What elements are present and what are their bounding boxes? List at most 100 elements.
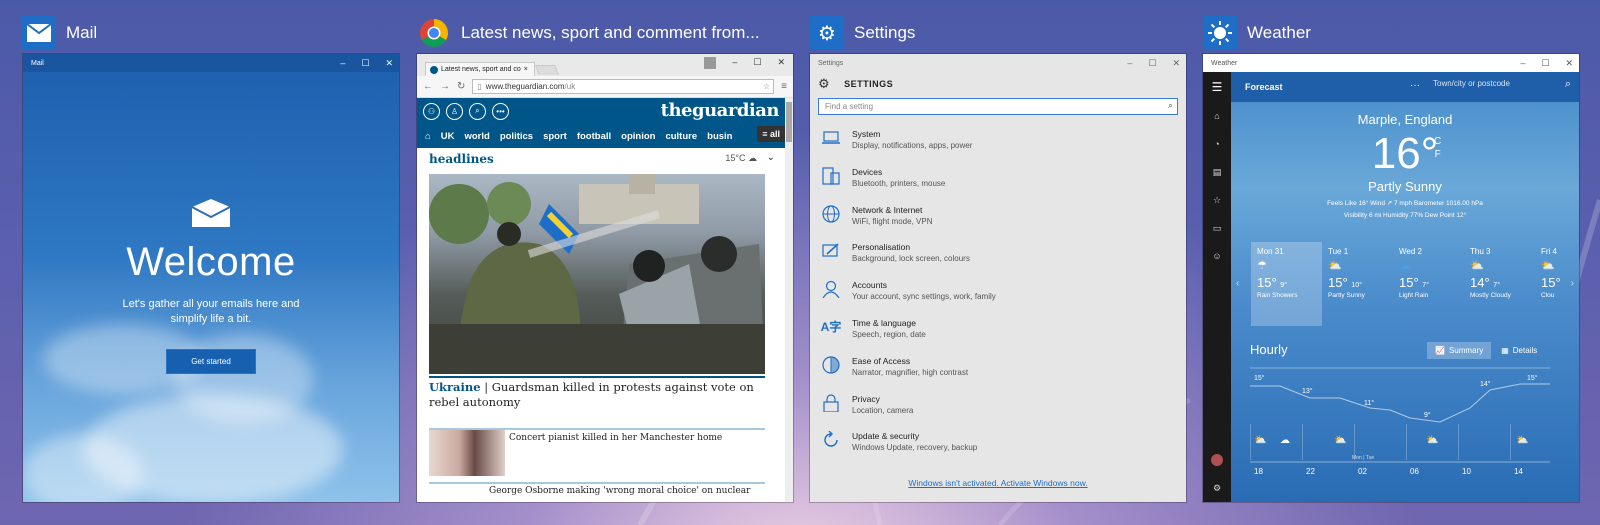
item-name: Update & security xyxy=(852,431,920,442)
minimize-icon[interactable]: – xyxy=(1520,58,1525,68)
temperature-line xyxy=(1250,383,1550,423)
search-icon[interactable]: ⌕ xyxy=(1565,78,1571,91)
day-condition: Clou xyxy=(1541,292,1555,299)
chevron-down-icon[interactable]: ⌄ xyxy=(767,152,775,163)
language-icon: A字 xyxy=(820,320,842,335)
settings-item-time-language[interactable]: A字 Time & language Speech, region, date xyxy=(810,316,1186,354)
settings-item-accounts[interactable]: Accounts Your account, sync settings, wor… xyxy=(810,278,1186,316)
forecast-day[interactable]: Tue 1 ⛅ 15° 10° Partly Sunny xyxy=(1322,242,1393,326)
settings-item-ease-of-access[interactable]: Ease of Access Narrator, magnifier, high … xyxy=(810,354,1186,392)
fahrenheit-toggle[interactable]: F xyxy=(1434,148,1441,161)
hour-temp-label: 9° xyxy=(1424,411,1431,419)
more-icon[interactable]: ••• xyxy=(492,102,509,120)
menu-icon[interactable]: ≡ xyxy=(781,81,787,92)
nav-uk[interactable]: UK xyxy=(441,131,455,142)
minimize-icon[interactable]: – xyxy=(1127,58,1132,68)
scrollbar-thumb[interactable] xyxy=(786,102,792,142)
settings-item-privacy[interactable]: Privacy Location, camera xyxy=(810,392,1186,430)
favorites-icon[interactable]: ☆ xyxy=(1203,186,1231,214)
weather-window-thumbnail[interactable]: Weather – ☐ ✕ ☰ Forecast ··· Town/city o… xyxy=(1203,54,1579,502)
search-icon[interactable]: ⌕ xyxy=(1168,100,1173,111)
story-card[interactable]: George Osborne making 'wrong moral choic… xyxy=(429,482,765,502)
maximize-icon[interactable]: ☐ xyxy=(1148,58,1156,69)
maximize-icon[interactable]: ☐ xyxy=(753,57,761,69)
home-icon[interactable]: ⌂ xyxy=(1203,102,1231,130)
news-icon[interactable]: ▭ xyxy=(1203,214,1231,242)
close-icon[interactable]: ✕ xyxy=(385,58,393,69)
mail-window-thumbnail[interactable]: Mail – ☐ ✕ Welcome Let's gather all your… xyxy=(23,54,399,502)
hamburger-menu-icon[interactable]: ☰ xyxy=(1203,72,1231,102)
nav-sport[interactable]: sport xyxy=(543,131,567,142)
all-sections-button[interactable]: ≡ all xyxy=(757,126,785,142)
address-bar[interactable]: ▯ www.theguardian.com/uk ☆ xyxy=(472,79,775,94)
day-high: 15° xyxy=(1328,275,1348,290)
settings-item-network[interactable]: Network & Internet WiFi, flight mode, VPN xyxy=(810,203,1186,241)
bookmark-star-icon[interactable]: ☆ xyxy=(763,82,770,91)
window-title: Mail xyxy=(31,59,44,67)
people-icon[interactable]: ⚇ xyxy=(423,102,440,120)
forecast-day[interactable]: Wed 2 ☁ 15° 7° Light Rain xyxy=(1393,242,1464,326)
partly-sunny-icon: ⛅ xyxy=(1426,434,1438,446)
nav-football[interactable]: football xyxy=(577,131,611,142)
nav-business[interactable]: busin xyxy=(707,131,732,142)
nav-opinion[interactable]: opinion xyxy=(621,131,655,142)
hour-tick: 22 xyxy=(1306,467,1315,476)
close-icon[interactable]: ✕ xyxy=(777,57,785,69)
story-kicker: Ukraine xyxy=(429,380,481,394)
chrome-window-thumbnail[interactable]: Latest news, sport and co × – ☐ ✕ ← → ↻ … xyxy=(417,54,793,502)
settings-item-update-security[interactable]: Update & security Windows Update, recover… xyxy=(810,429,1186,467)
historical-icon[interactable]: ▤ xyxy=(1203,158,1231,186)
person-icon[interactable]: ♙ xyxy=(446,102,463,120)
paint-icon xyxy=(820,240,842,262)
location-search-input[interactable]: Town/city or postcode xyxy=(1433,79,1510,88)
news-photo[interactable] xyxy=(429,174,765,374)
back-icon[interactable]: ← xyxy=(423,81,433,92)
forward-icon[interactable]: → xyxy=(440,81,450,92)
gear-icon[interactable]: ⚙ xyxy=(1203,474,1231,502)
avatar[interactable] xyxy=(1203,446,1231,474)
activate-windows-link[interactable]: Windows isn't activated. Activate Window… xyxy=(810,478,1186,488)
settings-search-input[interactable]: Find a setting ⌕ xyxy=(818,98,1178,115)
browser-tab[interactable]: Latest news, sport and co × xyxy=(425,62,535,76)
details-tab[interactable]: ▦ Details xyxy=(1493,342,1545,359)
url-path: /uk xyxy=(564,82,576,91)
maximize-icon[interactable]: ☐ xyxy=(1541,58,1549,69)
person-icon xyxy=(820,278,842,300)
reload-icon[interactable]: ↻ xyxy=(457,81,465,92)
minimize-icon[interactable]: – xyxy=(732,57,737,69)
search-icon[interactable]: ⌕ xyxy=(469,102,486,120)
home-icon[interactable]: ⌂ xyxy=(425,131,431,142)
partly-sunny-icon: ⛅ xyxy=(1334,434,1346,446)
feedback-icon[interactable]: ☺ xyxy=(1203,242,1231,270)
item-desc: Speech, region, date xyxy=(852,329,926,339)
item-desc: Display, notifications, apps, power xyxy=(852,141,973,150)
minimize-icon[interactable]: – xyxy=(340,58,345,68)
forecast-day[interactable]: Thu 3 ⛅ 14° 7° Mostly Cloudy xyxy=(1464,242,1535,326)
celsius-toggle[interactable]: C xyxy=(1434,135,1441,148)
settings-item-system[interactable]: System Display, notifications, apps, powe… xyxy=(810,127,1186,165)
profile-icon[interactable] xyxy=(704,57,717,69)
settings-window-thumbnail[interactable]: Settings – ☐ ✕ ⚙ SETTINGS Find a setting… xyxy=(810,54,1186,502)
forecast-day[interactable]: Fri 4 ⛅ 15° Clou xyxy=(1535,242,1575,326)
close-tab-icon[interactable]: × xyxy=(524,66,528,73)
summary-tab[interactable]: 📈 Summary xyxy=(1427,342,1492,359)
settings-item-personalisation[interactable]: Personalisation Background, lock screen, … xyxy=(810,240,1186,278)
get-started-button[interactable]: Get started xyxy=(166,349,256,374)
scrollbar[interactable] xyxy=(785,98,793,502)
chevron-left-icon[interactable]: ‹ xyxy=(1236,278,1239,289)
forecast-day[interactable]: Mon 31 ☂ 15° 9° Rain Showers xyxy=(1251,242,1322,326)
radar-icon[interactable]: ◔ xyxy=(1203,130,1231,158)
new-tab-button[interactable] xyxy=(535,65,559,75)
lead-story[interactable]: Ukraine | Guardsman killed in protests a… xyxy=(429,376,765,410)
day-low: 7° xyxy=(1422,282,1429,289)
guardian-logo[interactable]: theguardian xyxy=(661,100,780,121)
nav-politics[interactable]: politics xyxy=(500,131,533,142)
close-icon[interactable]: ✕ xyxy=(1172,58,1180,69)
more-icon[interactable]: ··· xyxy=(1410,80,1420,91)
nav-culture[interactable]: culture xyxy=(665,131,697,142)
close-icon[interactable]: ✕ xyxy=(1565,58,1573,69)
maximize-icon[interactable]: ☐ xyxy=(361,58,369,69)
story-card[interactable]: Concert pianist killed in her Manchester… xyxy=(429,428,765,478)
nav-world[interactable]: world xyxy=(464,131,489,142)
settings-item-devices[interactable]: Devices Bluetooth, printers, mouse xyxy=(810,165,1186,203)
